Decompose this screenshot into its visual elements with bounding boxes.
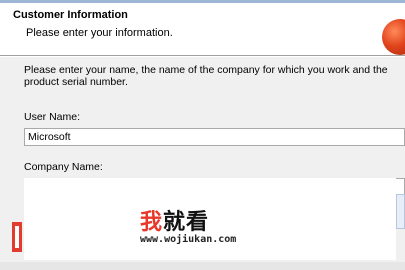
header-title: Customer Information bbox=[13, 9, 128, 21]
red-side-marker-inner bbox=[15, 226, 19, 248]
bottom-strip bbox=[0, 262, 405, 270]
watermark-logo-accent: 我 bbox=[140, 209, 164, 234]
watermark-logo: 我就看 bbox=[140, 204, 209, 236]
company-name-label: Company Name: bbox=[24, 161, 103, 173]
watermark-panel bbox=[24, 178, 396, 260]
dialog-header: Customer Information Please enter your i… bbox=[0, 3, 405, 55]
installer-dialog: Customer Information Please enter your i… bbox=[0, 0, 405, 270]
watermark-url: www.wojiukan.com bbox=[140, 234, 237, 245]
installer-logo-icon bbox=[382, 19, 405, 55]
instructions-text: Please enter your name, the name of the … bbox=[24, 64, 388, 88]
watermark-logo-text: 就看 bbox=[163, 209, 210, 234]
header-subtitle: Please enter your information. bbox=[26, 27, 173, 39]
user-name-input[interactable]: Microsoft bbox=[24, 128, 405, 146]
header-divider-highlight bbox=[0, 56, 405, 57]
user-name-label: User Name: bbox=[24, 111, 81, 123]
button-edge[interactable] bbox=[396, 194, 405, 229]
